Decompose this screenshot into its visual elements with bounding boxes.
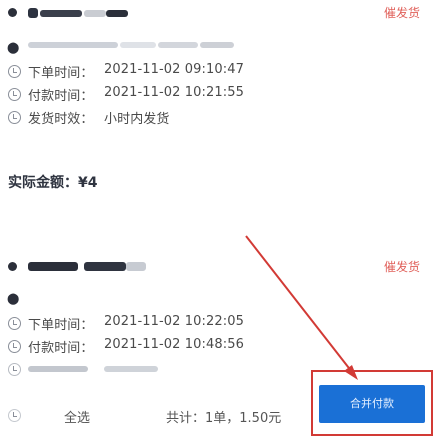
order-list-screen: 催发货 ⬤ 下单时间： 2021-11-02 09:10:47 付款时间： 20…: [0, 0, 443, 444]
total-summary: 共计：1单，1.50元: [166, 411, 282, 426]
select-all-label[interactable]: 全选: [64, 407, 90, 426]
merge-pay-button[interactable]: 合并付款: [319, 385, 425, 423]
select-all-checkbox[interactable]: [8, 409, 21, 422]
